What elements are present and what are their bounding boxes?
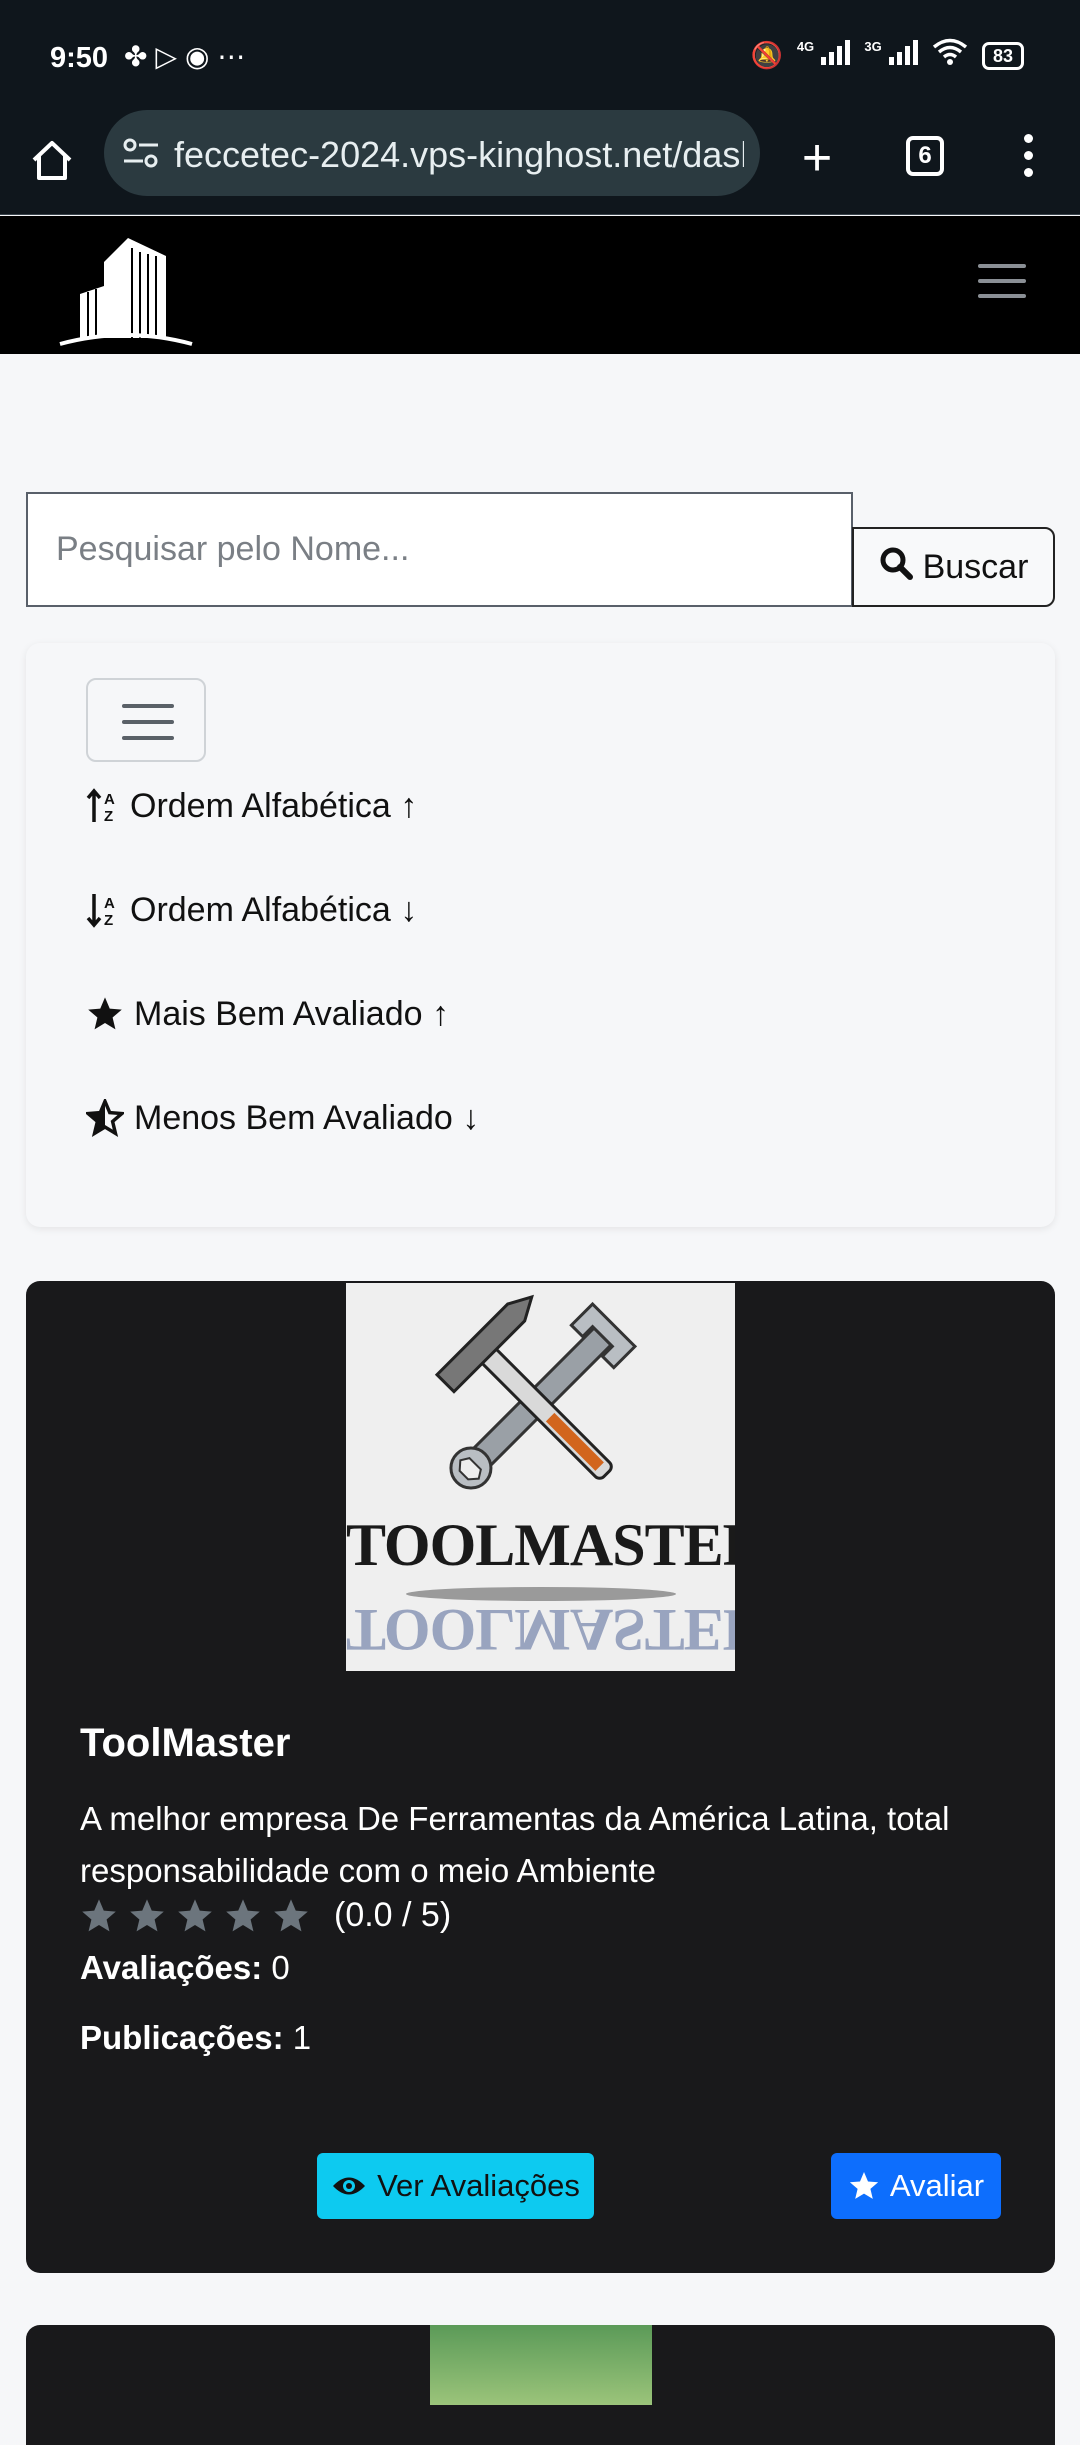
star-empty-icon: [274, 1898, 308, 1931]
svg-text:Z: Z: [104, 808, 113, 824]
star-empty-icon: [226, 1898, 260, 1931]
search-input[interactable]: Pesquisar pelo Nome...: [26, 492, 853, 607]
eye-icon: [333, 2177, 366, 2195]
star-empty-icon: [130, 1898, 164, 1931]
sort-best-rated[interactable]: Mais Bem Avaliado ↑: [86, 989, 449, 1039]
company-logo: TOOLMASTER TOOLMASTER: [346, 1283, 735, 1671]
company-description: A melhor empresa De Ferramentas da Améri…: [80, 1800, 950, 1889]
star-empty-icon: [82, 1898, 116, 1931]
new-tab-icon[interactable]: +: [793, 130, 841, 190]
posts-value: 1: [292, 2019, 312, 2056]
signal-3g-icon: 3G: [864, 39, 918, 72]
status-time: 9:50: [50, 42, 109, 74]
view-reviews-label: Ver Avaliações: [377, 2168, 580, 2203]
posts-label: Publicações:: [80, 2019, 284, 2056]
building-logo[interactable]: [56, 234, 196, 346]
star-half-icon: [86, 1099, 124, 1137]
company-name: ToolMaster: [80, 1721, 291, 1765]
sort-alpha-asc[interactable]: A Z Ordem Alfabética ↑: [86, 781, 417, 831]
status-bar: 9:50 ✤▷◉⋯ 🔕 4G 3G 83: [0, 0, 1080, 108]
tab-switcher-button[interactable]: 6: [906, 136, 944, 176]
browser-toolbar: feccetec-2024.vps-kinghost.net/dashboard…: [0, 108, 1080, 215]
svg-text:Z: Z: [104, 912, 113, 928]
sort-item-label: Ordem Alfabética ↓: [130, 890, 418, 929]
battery-icon: 83: [981, 41, 1024, 70]
posts-count: Publicações: 1: [80, 2019, 311, 2057]
svg-text:A: A: [104, 791, 115, 808]
mute-icon: 🔕: [750, 40, 783, 70]
notification-icons: ✤▷◉⋯: [124, 41, 254, 72]
reviews-value: 0: [271, 1949, 290, 1986]
rate-button[interactable]: Avaliar: [831, 2153, 1001, 2219]
company-card-next: [26, 2325, 1055, 2445]
star-empty-icon: [178, 1898, 212, 1931]
logo-reflection: TOOLMASTER: [346, 1597, 735, 1663]
company-card: TOOLMASTER TOOLMASTER ToolMaster A melho…: [26, 1281, 1055, 2273]
sort-item-label: Ordem Alfabética ↑: [130, 786, 418, 825]
address-bar[interactable]: feccetec-2024.vps-kinghost.net/dashboard: [104, 110, 760, 196]
star-filled-icon: [88, 997, 122, 1030]
search-icon: [879, 546, 913, 589]
sort-item-label: Menos Bem Avaliado ↓: [134, 1098, 480, 1137]
search-button-label: Buscar: [922, 547, 1029, 586]
rating-stars: (0.0 / 5): [80, 1896, 451, 1935]
star-icon: [849, 2172, 879, 2199]
sort-alpha-down-icon: A Z: [86, 894, 115, 928]
wifi-icon: [932, 38, 968, 73]
navbar-toggle-icon[interactable]: [978, 264, 1026, 304]
reviews-label: Avaliações:: [80, 1949, 263, 1986]
company-logo-next: [430, 2325, 652, 2405]
status-right: 🔕 4G 3G 83: [750, 38, 1024, 73]
reviews-count: Avaliações: 0: [80, 1949, 290, 1987]
sort-item-label: Mais Bem Avaliado ↑: [134, 994, 449, 1033]
site-navbar: [0, 216, 1080, 354]
site-settings-icon[interactable]: [122, 136, 160, 170]
rating-text: (0.0 / 5): [334, 1896, 452, 1934]
view-reviews-button[interactable]: Ver Avaliações: [317, 2153, 594, 2219]
sort-panel: A Z Ordem Alfabética ↑ A Z Ordem Alfabét…: [26, 643, 1055, 1227]
sort-alpha-desc[interactable]: A Z Ordem Alfabética ↓: [86, 885, 417, 935]
logo-wordmark: TOOLMASTER: [346, 1512, 735, 1578]
sort-worst-rated[interactable]: Menos Bem Avaliado ↓: [86, 1093, 479, 1143]
more-menu-icon[interactable]: [1016, 134, 1040, 184]
signal-4g-icon: 4G: [797, 39, 851, 72]
home-icon[interactable]: [28, 130, 76, 190]
url-text[interactable]: feccetec-2024.vps-kinghost.net/dashboard: [174, 134, 744, 176]
svg-text:A: A: [104, 895, 115, 912]
sort-alpha-up-icon: A Z: [86, 788, 115, 824]
search-button[interactable]: Buscar: [852, 527, 1055, 607]
rate-label: Avaliar: [889, 2168, 985, 2203]
sort-menu-toggle[interactable]: [86, 678, 206, 762]
